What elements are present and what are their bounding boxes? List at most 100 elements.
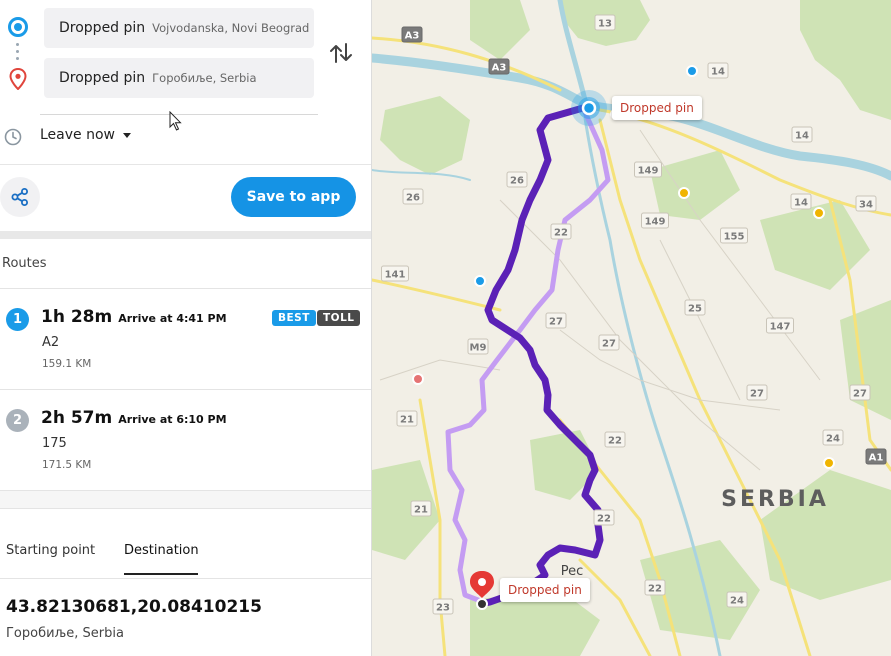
leave-now-label: Leave now	[40, 127, 115, 143]
road-shield-r14b: 14	[791, 126, 813, 143]
route-road: A2	[42, 335, 60, 350]
poi-red-icon[interactable]	[412, 373, 424, 385]
road-shield-label: 23	[436, 603, 450, 614]
poi-blue-icon[interactable]	[686, 65, 698, 77]
destination-title: Dropped pin	[59, 70, 146, 86]
destination-subtitle: Горобиље, Serbia	[152, 71, 257, 85]
route-number-badge: 2	[6, 409, 29, 432]
route-duration-value: 1h 28m	[41, 307, 113, 327]
route-road: 175	[42, 436, 67, 451]
best-badge: BEST	[272, 310, 316, 326]
origin-callout[interactable]: Dropped pin	[612, 96, 702, 120]
road-shield-r23: 23	[432, 598, 454, 615]
road-shield-r25: 25	[684, 299, 706, 316]
origin-field[interactable]: Dropped pin Vojvodanska, Novi Beograd	[44, 8, 314, 48]
road-shield-r14c: 14	[790, 193, 812, 210]
road-shield-r149b: 149	[641, 212, 669, 229]
road-shield-label: 27	[602, 339, 616, 350]
road-shield-label: A3	[492, 63, 507, 74]
road-shield-label: 141	[385, 270, 406, 281]
route-arrival: Arrive at 4:41 PM	[118, 312, 227, 325]
road-shield-r149a: 149	[634, 161, 662, 178]
road-shield-label: 13	[598, 19, 612, 30]
road-shield-r155: 155	[720, 227, 748, 244]
road-shield-r147: 147	[766, 317, 794, 334]
destination-callout[interactable]: Dropped pin	[500, 578, 590, 602]
route-option-2[interactable]: 2 2h 57m Arrive at 6:10 PM 175 171.5 KM	[0, 390, 371, 491]
road-shield-r21a: 21	[396, 410, 418, 427]
road-shield-r34: 34	[855, 195, 877, 212]
route-inputs: Dropped pin Vojvodanska, Novi Beograd Dr…	[0, 0, 371, 165]
map-view[interactable]: A3 A3 13 14 14 14 149 149 34 155 26 26 22 141 27 25 147 M…	[372, 0, 891, 656]
road-shield-r22a: 22	[550, 223, 572, 240]
road-shield-label: 34	[859, 200, 873, 211]
road-shield-label: 21	[400, 415, 414, 426]
road-shield-a1: A1	[865, 448, 887, 465]
road-shield-label: 149	[638, 166, 659, 177]
save-to-app-button[interactable]: Save to app	[231, 177, 356, 217]
poi-yellow-icon[interactable]	[813, 207, 825, 219]
origin-marker-icon	[8, 17, 28, 37]
tab-destination[interactable]: Destination	[124, 543, 199, 558]
poi-blue-icon[interactable]	[474, 275, 486, 287]
route-duration: 1h 28m Arrive at 4:41 PM	[41, 307, 227, 327]
road-shield-label: 14	[794, 198, 808, 209]
road-shield-label: 155	[724, 232, 745, 243]
swap-icon[interactable]	[328, 40, 354, 66]
road-shield-label: 22	[597, 514, 611, 525]
road-shield-a3a: A3	[401, 26, 423, 43]
road-shield-r24a: 24	[822, 429, 844, 446]
town-label: Pec	[561, 564, 584, 579]
road-shield-r21b: 21	[410, 500, 432, 517]
road-shield-label: 22	[554, 228, 568, 239]
road-shield-label: 14	[711, 67, 725, 78]
section-divider	[0, 231, 371, 239]
route-distance: 171.5 KM	[42, 459, 92, 471]
active-tab-indicator	[124, 573, 198, 575]
share-button[interactable]	[0, 177, 40, 217]
country-label: SERBIA	[721, 487, 829, 512]
detail-tabs: Starting point Destination	[0, 509, 371, 579]
road-shield-label: 27	[549, 317, 563, 328]
road-shield-r13: 13	[594, 14, 616, 31]
poi-yellow-icon[interactable]	[678, 187, 690, 199]
route-option-1[interactable]: 1 1h 28m Arrive at 4:41 PM BEST TOLL A2 1…	[0, 289, 371, 390]
road-shield-label: M9	[470, 343, 487, 354]
road-shield-label: 24	[730, 596, 744, 607]
destination-coordinates: 43.82130681,20.08410215	[6, 597, 262, 617]
road-shield-label: 27	[750, 389, 764, 400]
leave-now-dropdown[interactable]: Leave now	[40, 127, 131, 143]
road-shield-r22d: 22	[644, 579, 666, 596]
destination-place: Горобиље, Serbia	[6, 626, 124, 641]
chevron-down-icon	[122, 132, 131, 138]
actions-bar: Save to app	[0, 165, 371, 231]
mouse-cursor-icon	[169, 111, 182, 131]
road-shield-label: 25	[688, 304, 702, 315]
clock-icon	[4, 128, 22, 146]
road-shield-label: 27	[853, 389, 867, 400]
toll-badge: TOLL	[317, 310, 361, 326]
route-arrival: Arrive at 6:10 PM	[118, 413, 227, 426]
road-shield-r141: 141	[381, 265, 409, 282]
road-shield-r26a: 26	[506, 171, 528, 188]
road-shield-m9: M9	[467, 338, 489, 355]
origin-title: Dropped pin	[59, 20, 146, 36]
destination-field[interactable]: Dropped pin Горобиље, Serbia	[44, 58, 314, 98]
road-shield-r14a: 14	[707, 62, 729, 79]
road-shield-label: 14	[795, 131, 809, 142]
road-shield-label: 147	[770, 322, 791, 333]
road-shield-label: 22	[608, 436, 622, 447]
routes-heading: Routes	[0, 239, 371, 289]
share-icon	[11, 188, 28, 206]
directions-panel: Dropped pin Vojvodanska, Novi Beograd Dr…	[0, 0, 372, 656]
route-number-badge: 1	[6, 308, 29, 331]
origin-marker[interactable]	[571, 90, 607, 126]
road-shield-r27a: 27	[545, 312, 567, 329]
poi-yellow-icon[interactable]	[823, 457, 835, 469]
road-shield-r27b: 27	[598, 334, 620, 351]
road-shield-r24b: 24	[726, 591, 748, 608]
road-shield-label: 22	[648, 584, 662, 595]
road-shield-label: 26	[406, 193, 420, 204]
tab-starting-point[interactable]: Starting point	[6, 543, 95, 558]
destination-pin-icon	[9, 68, 27, 90]
